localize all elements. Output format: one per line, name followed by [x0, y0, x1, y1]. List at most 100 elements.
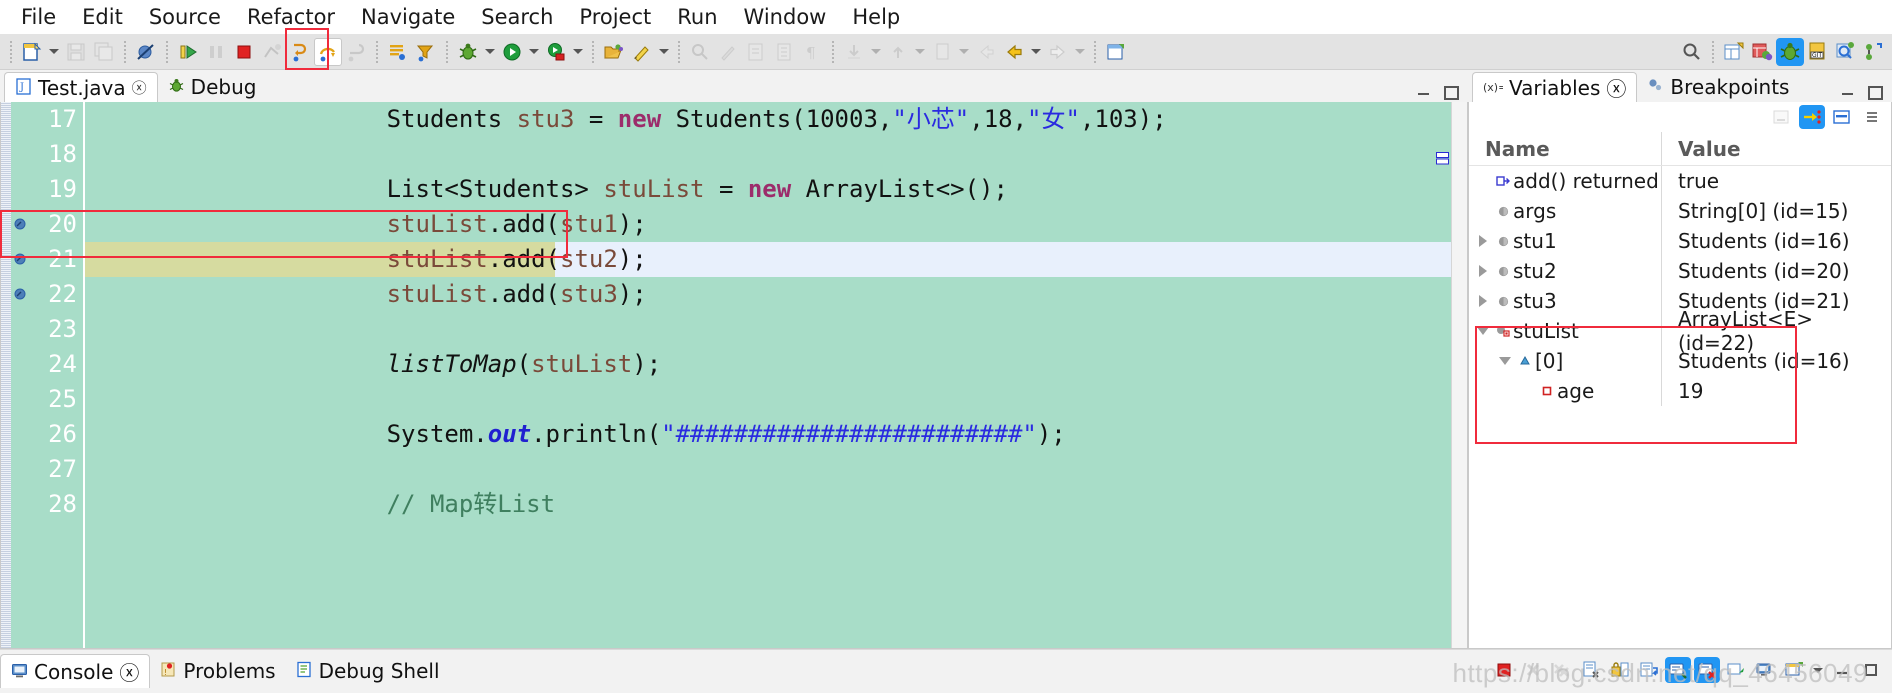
code-line[interactable]	[85, 137, 1451, 172]
back-arrow-icon[interactable]	[1000, 38, 1028, 66]
breakpoint-icon[interactable]	[13, 252, 27, 266]
display-console-icon[interactable]	[1752, 657, 1778, 683]
search-icon[interactable]	[1678, 38, 1706, 66]
breakpoint-icon[interactable]	[13, 217, 27, 231]
close-icon[interactable]: ⓧ	[132, 77, 147, 98]
minimize-icon[interactable]	[1840, 84, 1856, 98]
step-into-icon[interactable]	[286, 38, 314, 66]
terminate-red-icon[interactable]	[1491, 657, 1517, 683]
editor-tab-test-java[interactable]: J Test.java ⓧ	[4, 72, 158, 102]
menu-item-run[interactable]: Run	[664, 2, 730, 32]
variables-tree-row[interactable]: stuList ArrayList<E> (id=22)	[1469, 307, 1891, 355]
console-dropdown-icon[interactable]	[1810, 656, 1826, 684]
detail-pane-icon[interactable]	[1829, 105, 1855, 129]
close-icon[interactable]: ⓧ	[119, 657, 139, 686]
logical-structure-icon[interactable]	[1799, 105, 1825, 129]
code-line[interactable]: // Map转List	[85, 487, 1451, 522]
back-dropdown-icon[interactable]	[1028, 38, 1044, 66]
editor-tab-debug[interactable]: Debug	[158, 72, 267, 102]
terminate-icon[interactable]	[230, 38, 258, 66]
column-header-name[interactable]: Name	[1469, 137, 1661, 161]
editor-vertical-scrollbar[interactable]	[1451, 102, 1467, 648]
maximize-icon[interactable]	[1442, 84, 1459, 100]
open-type-icon[interactable]	[600, 38, 628, 66]
code-line[interactable]: Students stu3 = new Students(10003,"小芯",…	[85, 102, 1451, 137]
clear-console-icon[interactable]	[1578, 657, 1604, 683]
menu-item-refactor[interactable]: Refactor	[234, 2, 348, 32]
word-wrap-icon[interactable]	[1636, 657, 1662, 683]
code-line[interactable]: stuList.add(stu1);	[85, 207, 1451, 242]
debug-bug-icon[interactable]	[454, 38, 482, 66]
pin-console-icon[interactable]	[1723, 657, 1749, 683]
editor-overview-ruler[interactable]	[1, 102, 11, 648]
chevron-down-icon[interactable]	[1473, 327, 1493, 335]
code-line[interactable]	[85, 312, 1451, 347]
java-browsing-icon[interactable]	[1832, 38, 1860, 66]
tab-breakpoints[interactable]: Breakpoints	[1637, 72, 1799, 102]
menu-item-window[interactable]: Window	[731, 2, 840, 32]
minimize-icon[interactable]	[1416, 84, 1432, 98]
menu-item-project[interactable]: Project	[566, 2, 664, 32]
external-tools-dropdown-icon[interactable]	[656, 38, 672, 66]
code-line[interactable]: List<Students> stuList = new ArrayList<>…	[85, 172, 1451, 207]
tab-problems[interactable]: ! Problems	[150, 654, 285, 688]
coverage-dropdown-icon[interactable]	[570, 38, 586, 66]
new-java-project-icon[interactable]	[1102, 38, 1130, 66]
chevron-right-icon[interactable]	[1473, 295, 1493, 307]
skip-all-breakpoints-icon[interactable]	[132, 38, 160, 66]
menu-item-edit[interactable]: Edit	[69, 2, 136, 32]
scroll-lock-icon[interactable]	[1607, 657, 1633, 683]
collapse-all-icon[interactable]	[1769, 105, 1795, 129]
menu-item-search[interactable]: Search	[468, 2, 566, 32]
run-dropdown-icon[interactable]	[526, 38, 542, 66]
chevron-right-icon[interactable]	[1473, 265, 1493, 277]
code-text-area[interactable]: Students stu3 = new Students(10003,"小芯",…	[85, 102, 1451, 648]
menu-item-help[interactable]: Help	[839, 2, 913, 32]
tab-console[interactable]: Console ⓧ	[0, 654, 151, 688]
maximize-icon[interactable]	[1858, 657, 1884, 683]
tab-debug-shell[interactable]: Debug Shell	[286, 654, 450, 688]
variables-tree[interactable]: add() returned true args String[0] (id=15) s…	[1469, 166, 1891, 406]
open-console-icon[interactable]	[1781, 657, 1807, 683]
column-header-value[interactable]: Value	[1661, 132, 1891, 165]
maximize-icon[interactable]	[1866, 84, 1883, 100]
resume-icon[interactable]	[174, 38, 202, 66]
code-line[interactable]	[85, 382, 1451, 417]
java-perspective-icon[interactable]	[1748, 38, 1776, 66]
coverage-icon[interactable]	[542, 38, 570, 66]
debug-dropdown-icon[interactable]	[482, 38, 498, 66]
step-over-icon[interactable]	[314, 37, 342, 66]
minimize-icon[interactable]	[1829, 657, 1855, 683]
code-line[interactable]: stuList.add(stu3);	[85, 277, 1451, 312]
open-perspective-icon[interactable]	[1720, 38, 1748, 66]
show-on-output-icon[interactable]	[1665, 657, 1691, 683]
menu-item-navigate[interactable]: Navigate	[348, 2, 468, 32]
external-tools-icon[interactable]	[628, 38, 656, 66]
show-on-error-icon[interactable]	[1694, 657, 1720, 683]
chevron-down-icon[interactable]	[1495, 357, 1515, 365]
debug-perspective-icon[interactable]	[1776, 37, 1804, 66]
code-line[interactable]: System.out.println("####################…	[85, 417, 1451, 452]
variables-tree-row[interactable]: add() returned true	[1469, 166, 1891, 196]
close-icon[interactable]: ⓧ	[1606, 73, 1626, 102]
git-perspective-icon[interactable]: GIT	[1804, 38, 1832, 66]
view-menu-icon[interactable]	[1859, 105, 1885, 129]
variables-tree-row[interactable]: age 19	[1469, 376, 1891, 406]
variables-tree-row[interactable]: args String[0] (id=15)	[1469, 196, 1891, 226]
variables-tree-row[interactable]: stu1 Students (id=16)	[1469, 226, 1891, 256]
code-line[interactable]: listToMap(stuList);	[85, 347, 1451, 382]
variables-tree-row[interactable]: [0] Students (id=16)	[1469, 346, 1891, 376]
team-sync-icon[interactable]	[1860, 38, 1888, 66]
code-line-current[interactable]: stuList.add(stu2);	[85, 242, 1451, 277]
code-line[interactable]	[85, 452, 1451, 487]
new-file-dropdown-icon[interactable]	[46, 38, 62, 66]
step-filters-icon[interactable]	[412, 38, 440, 66]
menu-item-file[interactable]: File	[8, 2, 69, 32]
drop-to-frame-icon[interactable]	[384, 38, 412, 66]
variables-tree-row[interactable]: stu2 Students (id=20)	[1469, 256, 1891, 286]
run-green-icon[interactable]	[498, 38, 526, 66]
new-file-icon[interactable]	[18, 38, 46, 66]
tab-variables[interactable]: (x)= Variables ⓧ	[1472, 72, 1638, 102]
breakpoint-ruler[interactable]	[11, 102, 29, 648]
chevron-right-icon[interactable]	[1473, 235, 1493, 247]
